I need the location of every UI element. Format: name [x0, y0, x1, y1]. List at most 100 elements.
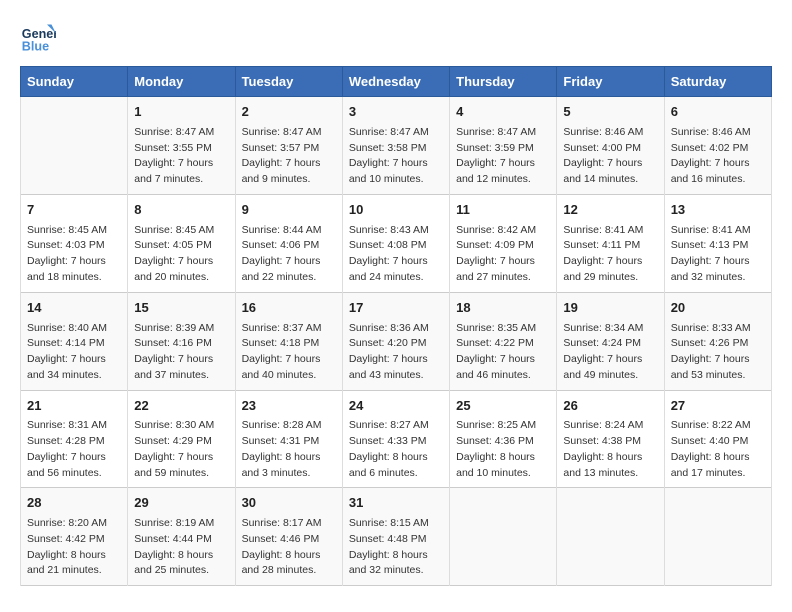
- logo-icon: General Blue: [20, 20, 56, 56]
- calendar-cell: 1 Sunrise: 8:47 AMSunset: 3:55 PMDaylight…: [128, 97, 235, 195]
- day-info: Sunrise: 8:15 AMSunset: 4:48 PMDaylight:…: [349, 516, 443, 579]
- day-number: 24: [349, 397, 443, 416]
- day-number: 17: [349, 299, 443, 318]
- calendar-cell: 13Sunrise: 8:41 AMSunset: 4:13 PMDayligh…: [664, 194, 771, 292]
- week-row-2: 7 Sunrise: 8:45 AMSunset: 4:03 PMDaylight…: [21, 194, 772, 292]
- calendar-cell: 23 Sunrise: 8:28 AMSunset: 4:31 PMDayligh…: [235, 390, 342, 488]
- day-info: Sunrise: 8:42 AMSunset: 4:09 PMDaylight:…: [456, 223, 550, 286]
- day-info: Sunrise: 8:43 AMSunset: 4:08 PMDaylight:…: [349, 223, 443, 286]
- calendar-cell: 14 Sunrise: 8:40 AMSunset: 4:14 PMDayligh…: [21, 292, 128, 390]
- day-info: Sunrise: 8:37 AMSunset: 4:18 PMDaylight:…: [242, 321, 336, 384]
- day-number: 5: [563, 103, 657, 122]
- header-wednesday: Wednesday: [342, 67, 449, 97]
- day-number: 2: [242, 103, 336, 122]
- day-info: Sunrise: 8:20 AMSunset: 4:42 PMDaylight:…: [27, 516, 121, 579]
- calendar-cell: 22 Sunrise: 8:30 AMSunset: 4:29 PMDayligh…: [128, 390, 235, 488]
- day-number: 7: [27, 201, 121, 220]
- header-friday: Friday: [557, 67, 664, 97]
- calendar-cell: 24 Sunrise: 8:27 AMSunset: 4:33 PMDayligh…: [342, 390, 449, 488]
- calendar-cell: [557, 488, 664, 586]
- day-info: Sunrise: 8:31 AMSunset: 4:28 PMDaylight:…: [27, 418, 121, 481]
- day-number: 31: [349, 494, 443, 513]
- day-number: 22: [134, 397, 228, 416]
- day-number: 8: [134, 201, 228, 220]
- day-info: Sunrise: 8:47 AMSunset: 3:55 PMDaylight:…: [134, 125, 228, 188]
- day-info: Sunrise: 8:25 AMSunset: 4:36 PMDaylight:…: [456, 418, 550, 481]
- day-info: Sunrise: 8:47 AMSunset: 3:59 PMDaylight:…: [456, 125, 550, 188]
- header-saturday: Saturday: [664, 67, 771, 97]
- day-info: Sunrise: 8:44 AMSunset: 4:06 PMDaylight:…: [242, 223, 336, 286]
- day-info: Sunrise: 8:47 AMSunset: 3:57 PMDaylight:…: [242, 125, 336, 188]
- calendar-cell: 29 Sunrise: 8:19 AMSunset: 4:44 PMDayligh…: [128, 488, 235, 586]
- day-info: Sunrise: 8:17 AMSunset: 4:46 PMDaylight:…: [242, 516, 336, 579]
- day-info: Sunrise: 8:36 AMSunset: 4:20 PMDaylight:…: [349, 321, 443, 384]
- header-monday: Monday: [128, 67, 235, 97]
- day-number: 16: [242, 299, 336, 318]
- day-info: Sunrise: 8:40 AMSunset: 4:14 PMDaylight:…: [27, 321, 121, 384]
- svg-text:Blue: Blue: [22, 40, 49, 54]
- logo: General Blue: [20, 20, 60, 56]
- day-number: 26: [563, 397, 657, 416]
- day-number: 30: [242, 494, 336, 513]
- day-number: 18: [456, 299, 550, 318]
- calendar-cell: 15Sunrise: 8:39 AMSunset: 4:16 PMDayligh…: [128, 292, 235, 390]
- day-number: 19: [563, 299, 657, 318]
- calendar-cell: 9 Sunrise: 8:44 AMSunset: 4:06 PMDaylight…: [235, 194, 342, 292]
- day-number: 10: [349, 201, 443, 220]
- day-number: 27: [671, 397, 765, 416]
- day-info: Sunrise: 8:46 AMSunset: 4:02 PMDaylight:…: [671, 125, 765, 188]
- calendar-cell: [21, 97, 128, 195]
- day-info: Sunrise: 8:34 AMSunset: 4:24 PMDaylight:…: [563, 321, 657, 384]
- page-header: General Blue: [20, 20, 772, 56]
- day-info: Sunrise: 8:28 AMSunset: 4:31 PMDaylight:…: [242, 418, 336, 481]
- calendar-cell: 21 Sunrise: 8:31 AMSunset: 4:28 PMDayligh…: [21, 390, 128, 488]
- calendar-cell: 20 Sunrise: 8:33 AMSunset: 4:26 PMDayligh…: [664, 292, 771, 390]
- day-info: Sunrise: 8:30 AMSunset: 4:29 PMDaylight:…: [134, 418, 228, 481]
- day-info: Sunrise: 8:41 AMSunset: 4:11 PMDaylight:…: [563, 223, 657, 286]
- calendar-cell: 3Sunrise: 8:47 AMSunset: 3:58 PMDaylight…: [342, 97, 449, 195]
- calendar-cell: 30 Sunrise: 8:17 AMSunset: 4:46 PMDayligh…: [235, 488, 342, 586]
- week-row-4: 21 Sunrise: 8:31 AMSunset: 4:28 PMDayligh…: [21, 390, 772, 488]
- calendar-cell: 6Sunrise: 8:46 AMSunset: 4:02 PMDaylight…: [664, 97, 771, 195]
- calendar-cell: 4Sunrise: 8:47 AMSunset: 3:59 PMDaylight…: [450, 97, 557, 195]
- calendar-cell: 10 Sunrise: 8:43 AMSunset: 4:08 PMDayligh…: [342, 194, 449, 292]
- header-tuesday: Tuesday: [235, 67, 342, 97]
- calendar-cell: [664, 488, 771, 586]
- calendar-cell: 25Sunrise: 8:25 AMSunset: 4:36 PMDayligh…: [450, 390, 557, 488]
- calendar-header-row: SundayMondayTuesdayWednesdayThursdayFrid…: [21, 67, 772, 97]
- day-number: 1: [134, 103, 228, 122]
- day-info: Sunrise: 8:33 AMSunset: 4:26 PMDaylight:…: [671, 321, 765, 384]
- calendar-cell: 5 Sunrise: 8:46 AMSunset: 4:00 PMDaylight…: [557, 97, 664, 195]
- day-number: 21: [27, 397, 121, 416]
- calendar-cell: 26 Sunrise: 8:24 AMSunset: 4:38 PMDayligh…: [557, 390, 664, 488]
- day-number: 12: [563, 201, 657, 220]
- day-number: 20: [671, 299, 765, 318]
- day-number: 23: [242, 397, 336, 416]
- day-info: Sunrise: 8:22 AMSunset: 4:40 PMDaylight:…: [671, 418, 765, 481]
- day-info: Sunrise: 8:24 AMSunset: 4:38 PMDaylight:…: [563, 418, 657, 481]
- calendar-cell: 2 Sunrise: 8:47 AMSunset: 3:57 PMDaylight…: [235, 97, 342, 195]
- day-info: Sunrise: 8:45 AMSunset: 4:03 PMDaylight:…: [27, 223, 121, 286]
- calendar-cell: 11 Sunrise: 8:42 AMSunset: 4:09 PMDayligh…: [450, 194, 557, 292]
- day-number: 15: [134, 299, 228, 318]
- calendar-cell: 18Sunrise: 8:35 AMSunset: 4:22 PMDayligh…: [450, 292, 557, 390]
- day-info: Sunrise: 8:47 AMSunset: 3:58 PMDaylight:…: [349, 125, 443, 188]
- day-number: 9: [242, 201, 336, 220]
- day-number: 11: [456, 201, 550, 220]
- calendar-cell: 27 Sunrise: 8:22 AMSunset: 4:40 PMDayligh…: [664, 390, 771, 488]
- calendar-cell: 31 Sunrise: 8:15 AMSunset: 4:48 PMDayligh…: [342, 488, 449, 586]
- day-info: Sunrise: 8:19 AMSunset: 4:44 PMDaylight:…: [134, 516, 228, 579]
- header-sunday: Sunday: [21, 67, 128, 97]
- header-thursday: Thursday: [450, 67, 557, 97]
- day-info: Sunrise: 8:27 AMSunset: 4:33 PMDaylight:…: [349, 418, 443, 481]
- week-row-5: 28Sunrise: 8:20 AMSunset: 4:42 PMDayligh…: [21, 488, 772, 586]
- calendar-cell: 17 Sunrise: 8:36 AMSunset: 4:20 PMDayligh…: [342, 292, 449, 390]
- calendar-cell: [450, 488, 557, 586]
- day-number: 29: [134, 494, 228, 513]
- day-number: 14: [27, 299, 121, 318]
- calendar-cell: 16 Sunrise: 8:37 AMSunset: 4:18 PMDayligh…: [235, 292, 342, 390]
- calendar-cell: 19 Sunrise: 8:34 AMSunset: 4:24 PMDayligh…: [557, 292, 664, 390]
- day-info: Sunrise: 8:45 AMSunset: 4:05 PMDaylight:…: [134, 223, 228, 286]
- day-info: Sunrise: 8:46 AMSunset: 4:00 PMDaylight:…: [563, 125, 657, 188]
- calendar-cell: 28Sunrise: 8:20 AMSunset: 4:42 PMDayligh…: [21, 488, 128, 586]
